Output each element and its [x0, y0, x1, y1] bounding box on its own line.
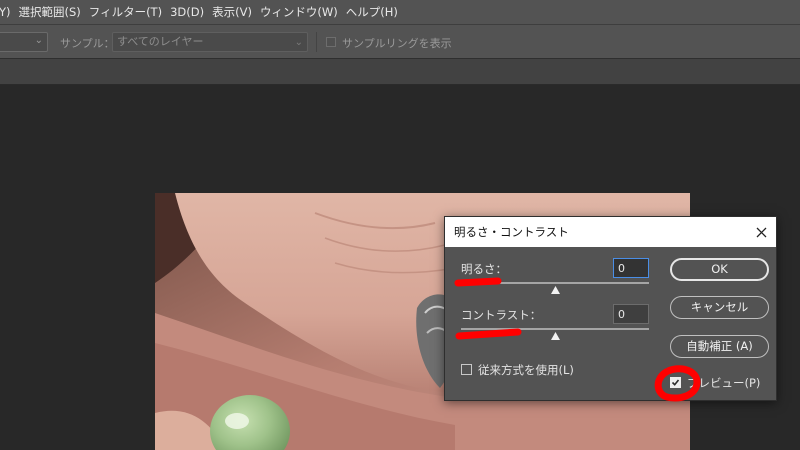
contrast-slider-track[interactable] — [461, 328, 649, 330]
contrast-slider-thumb[interactable] — [551, 332, 560, 340]
brightness-contrast-dialog: 明るさ・コントラスト 明るさ： コントラスト： 従来方式を使用(L) OK キャ… — [444, 216, 777, 401]
menu-item-filter[interactable]: フィルター(T) — [85, 0, 166, 24]
dialog-title: 明るさ・コントラスト — [454, 225, 569, 239]
cancel-button[interactable]: キャンセル — [670, 296, 769, 319]
menu-bar: Y) 選択範囲(S) フィルター(T) 3D(D) 表示(V) ウィンドウ(W)… — [0, 0, 800, 24]
sample-layers-select[interactable]: すべてのレイヤー ⌄ — [112, 32, 308, 52]
preview-label: プレビュー(P) — [687, 376, 761, 390]
divider — [316, 32, 317, 52]
contrast-input[interactable] — [613, 304, 649, 324]
sample-label: サンプル： — [60, 37, 115, 50]
options-bar: ⌄ サンプル： すべてのレイヤー ⌄ サンプルリングを表示 — [0, 24, 800, 58]
menu-item-window[interactable]: ウィンドウ(W) — [256, 0, 342, 24]
menu-item-view[interactable]: 表示(V) — [208, 0, 256, 24]
brightness-slider-thumb[interactable] — [551, 286, 560, 294]
chevron-down-icon: ⌄ — [294, 37, 303, 48]
menu-item-3d[interactable]: 3D(D) — [166, 0, 208, 24]
document-tab-strip — [0, 58, 800, 85]
legacy-label: 従来方式を使用(L) — [478, 363, 574, 377]
menu-item-select[interactable]: 選択範囲(S) — [15, 0, 85, 24]
sample-layers-value: すべてのレイヤー — [117, 35, 204, 48]
menu-item-image[interactable]: Y) — [0, 0, 15, 24]
preview-checkbox[interactable] — [670, 377, 681, 388]
contrast-label: コントラスト： — [461, 308, 542, 322]
legacy-checkbox[interactable] — [461, 364, 472, 375]
brightness-label: 明るさ： — [461, 262, 507, 276]
show-sampling-ring-label: サンプルリングを表示 — [342, 37, 452, 50]
ok-button[interactable]: OK — [670, 258, 769, 281]
close-button[interactable] — [752, 223, 770, 241]
menu-item-help[interactable]: ヘルプ(H) — [342, 0, 402, 24]
auto-button[interactable]: 自動補正 (A) — [670, 335, 769, 358]
chevron-down-icon: ⌄ — [34, 35, 43, 46]
sample-size-select[interactable]: ⌄ — [0, 32, 48, 52]
show-sampling-ring-checkbox[interactable] — [326, 37, 336, 47]
brightness-input[interactable] — [613, 258, 649, 278]
checkmark-icon — [671, 379, 680, 386]
close-icon — [756, 227, 766, 237]
dialog-title-bar[interactable]: 明るさ・コントラスト — [445, 217, 776, 247]
brightness-slider-track[interactable] — [461, 282, 649, 284]
